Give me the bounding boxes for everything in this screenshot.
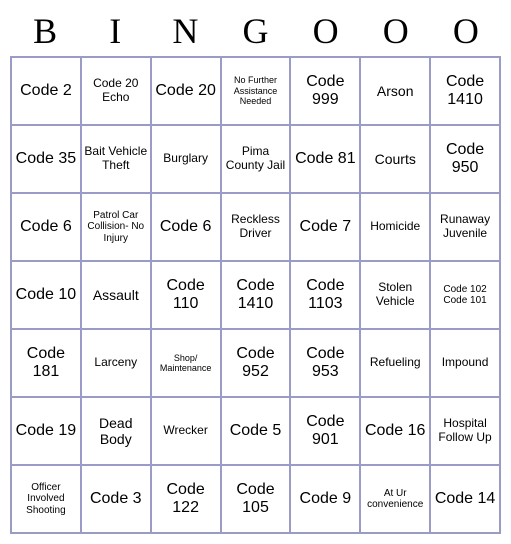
bingo-card: B I N G O O O Code 2Code 20 EchoCode 20N… xyxy=(10,10,501,534)
bingo-cell[interactable]: Code 122 xyxy=(151,465,221,533)
bingo-cell[interactable]: Code 110 xyxy=(151,261,221,329)
bingo-cell[interactable]: Code 6 xyxy=(151,193,221,261)
bingo-cell[interactable]: Code 14 xyxy=(430,465,500,533)
bingo-cell[interactable]: Code 7 xyxy=(290,193,360,261)
bingo-cell[interactable]: Refueling xyxy=(360,329,430,397)
bingo-cell[interactable]: Code 19 xyxy=(11,397,81,465)
bingo-cell[interactable]: Code 5 xyxy=(221,397,291,465)
bingo-cell[interactable]: Code 901 xyxy=(290,397,360,465)
bingo-cell[interactable]: Wrecker xyxy=(151,397,221,465)
header-letter: O xyxy=(361,10,431,52)
bingo-cell[interactable]: Code 10 xyxy=(11,261,81,329)
bingo-cell[interactable]: Shop/ Maintenance xyxy=(151,329,221,397)
bingo-grid: Code 2Code 20 EchoCode 20No Further Assi… xyxy=(10,56,501,534)
header-letter: O xyxy=(431,10,501,52)
bingo-cell[interactable]: Code 1410 xyxy=(221,261,291,329)
bingo-cell[interactable]: Code 20 xyxy=(151,57,221,125)
bingo-cell[interactable]: Code 81 xyxy=(290,125,360,193)
bingo-cell[interactable]: Code 2 xyxy=(11,57,81,125)
bingo-cell[interactable]: Reckless Driver xyxy=(221,193,291,261)
header-letter: B xyxy=(10,10,80,52)
bingo-cell[interactable]: Code 1103 xyxy=(290,261,360,329)
bingo-cell[interactable]: Code 9 xyxy=(290,465,360,533)
header-letter: O xyxy=(291,10,361,52)
bingo-cell[interactable]: Code 102 Code 101 xyxy=(430,261,500,329)
bingo-cell[interactable]: Larceny xyxy=(81,329,151,397)
bingo-cell[interactable]: Code 16 xyxy=(360,397,430,465)
header-letter: G xyxy=(220,10,290,52)
bingo-cell[interactable]: Arson xyxy=(360,57,430,125)
bingo-cell[interactable]: At Ur convenience xyxy=(360,465,430,533)
bingo-cell[interactable]: Bait Vehicle Theft xyxy=(81,125,151,193)
bingo-cell[interactable]: Stolen Vehicle xyxy=(360,261,430,329)
bingo-cell[interactable]: Runaway Juvenile xyxy=(430,193,500,261)
bingo-cell[interactable]: Code 1410 xyxy=(430,57,500,125)
bingo-cell[interactable]: Patrol Car Collision- No Injury xyxy=(81,193,151,261)
bingo-cell[interactable]: Officer Involved Shooting xyxy=(11,465,81,533)
header-letter: N xyxy=(150,10,220,52)
bingo-cell[interactable]: Code 105 xyxy=(221,465,291,533)
bingo-cell[interactable]: Assault xyxy=(81,261,151,329)
bingo-cell[interactable]: Impound xyxy=(430,329,500,397)
bingo-cell[interactable]: Dead Body xyxy=(81,397,151,465)
bingo-cell[interactable]: Code 6 xyxy=(11,193,81,261)
bingo-cell[interactable]: Code 952 xyxy=(221,329,291,397)
bingo-cell[interactable]: Code 20 Echo xyxy=(81,57,151,125)
bingo-header-row: B I N G O O O xyxy=(10,10,501,52)
bingo-cell[interactable]: Code 181 xyxy=(11,329,81,397)
bingo-cell[interactable]: Burglary xyxy=(151,125,221,193)
bingo-cell[interactable]: Code 953 xyxy=(290,329,360,397)
bingo-cell[interactable]: No Further Assistance Needed xyxy=(221,57,291,125)
bingo-cell[interactable]: Code 35 xyxy=(11,125,81,193)
bingo-cell[interactable]: Courts xyxy=(360,125,430,193)
bingo-cell[interactable]: Code 950 xyxy=(430,125,500,193)
bingo-cell[interactable]: Code 3 xyxy=(81,465,151,533)
header-letter: I xyxy=(80,10,150,52)
bingo-cell[interactable]: Homicide xyxy=(360,193,430,261)
bingo-cell[interactable]: Pima County Jail xyxy=(221,125,291,193)
bingo-cell[interactable]: Hospital Follow Up xyxy=(430,397,500,465)
bingo-cell[interactable]: Code 999 xyxy=(290,57,360,125)
